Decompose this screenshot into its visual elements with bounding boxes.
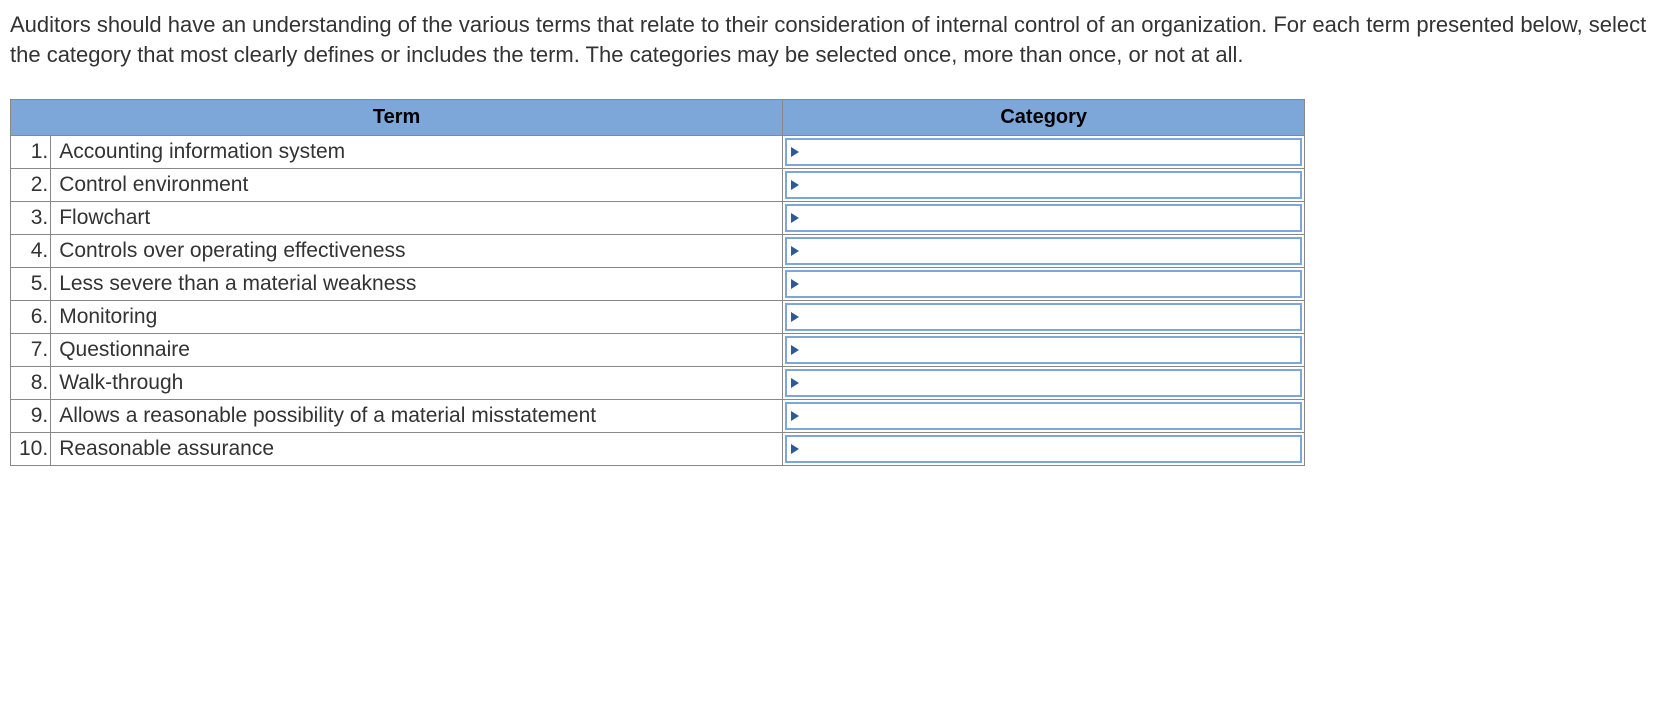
dropdown-arrow-icon <box>791 147 799 157</box>
row-number: 10. <box>11 433 51 466</box>
category-dropdown[interactable] <box>785 270 1302 298</box>
category-cell <box>783 136 1305 169</box>
category-dropdown[interactable] <box>785 138 1302 166</box>
table-row: 3.Flowchart <box>11 202 1305 235</box>
row-number: 2. <box>11 169 51 202</box>
dropdown-arrow-icon <box>791 213 799 223</box>
table-row: 4.Controls over operating effectiveness <box>11 235 1305 268</box>
dropdown-arrow-icon <box>791 345 799 355</box>
category-cell <box>783 169 1305 202</box>
term-cell: Questionnaire <box>51 334 783 367</box>
term-cell: Control environment <box>51 169 783 202</box>
category-dropdown[interactable] <box>785 204 1302 232</box>
row-number: 7. <box>11 334 51 367</box>
dropdown-arrow-icon <box>791 444 799 454</box>
row-number: 5. <box>11 268 51 301</box>
row-number: 3. <box>11 202 51 235</box>
table-row: 5.Less severe than a material weakness <box>11 268 1305 301</box>
category-cell <box>783 334 1305 367</box>
header-term: Term <box>11 100 783 136</box>
term-cell: Flowchart <box>51 202 783 235</box>
row-number: 6. <box>11 301 51 334</box>
category-dropdown[interactable] <box>785 336 1302 364</box>
row-number: 1. <box>11 136 51 169</box>
dropdown-arrow-icon <box>791 378 799 388</box>
row-number: 9. <box>11 400 51 433</box>
category-dropdown[interactable] <box>785 369 1302 397</box>
term-cell: Accounting information system <box>51 136 783 169</box>
category-cell <box>783 400 1305 433</box>
term-cell: Reasonable assurance <box>51 433 783 466</box>
table-row: 7.Questionnaire <box>11 334 1305 367</box>
category-dropdown[interactable] <box>785 435 1302 463</box>
category-cell <box>783 202 1305 235</box>
table-row: 6.Monitoring <box>11 301 1305 334</box>
table-row: 8.Walk-through <box>11 367 1305 400</box>
category-cell <box>783 367 1305 400</box>
table-row: 2.Control environment <box>11 169 1305 202</box>
dropdown-arrow-icon <box>791 180 799 190</box>
dropdown-arrow-icon <box>791 312 799 322</box>
category-dropdown[interactable] <box>785 402 1302 430</box>
table-row: 1.Accounting information system <box>11 136 1305 169</box>
category-dropdown[interactable] <box>785 171 1302 199</box>
instructions-text: Auditors should have an understanding of… <box>10 10 1656 69</box>
category-cell <box>783 301 1305 334</box>
category-cell <box>783 268 1305 301</box>
dropdown-arrow-icon <box>791 411 799 421</box>
category-cell <box>783 433 1305 466</box>
table-row: 10.Reasonable assurance <box>11 433 1305 466</box>
category-cell <box>783 235 1305 268</box>
term-cell: Monitoring <box>51 301 783 334</box>
term-cell: Walk-through <box>51 367 783 400</box>
term-category-table: Term Category 1.Accounting information s… <box>10 99 1305 466</box>
dropdown-arrow-icon <box>791 246 799 256</box>
row-number: 4. <box>11 235 51 268</box>
category-dropdown[interactable] <box>785 303 1302 331</box>
category-dropdown[interactable] <box>785 237 1302 265</box>
term-cell: Controls over operating effectiveness <box>51 235 783 268</box>
term-cell: Less severe than a material weakness <box>51 268 783 301</box>
table-row: 9.Allows a reasonable possibility of a m… <box>11 400 1305 433</box>
term-cell: Allows a reasonable possibility of a mat… <box>51 400 783 433</box>
dropdown-arrow-icon <box>791 279 799 289</box>
row-number: 8. <box>11 367 51 400</box>
header-category: Category <box>783 100 1305 136</box>
